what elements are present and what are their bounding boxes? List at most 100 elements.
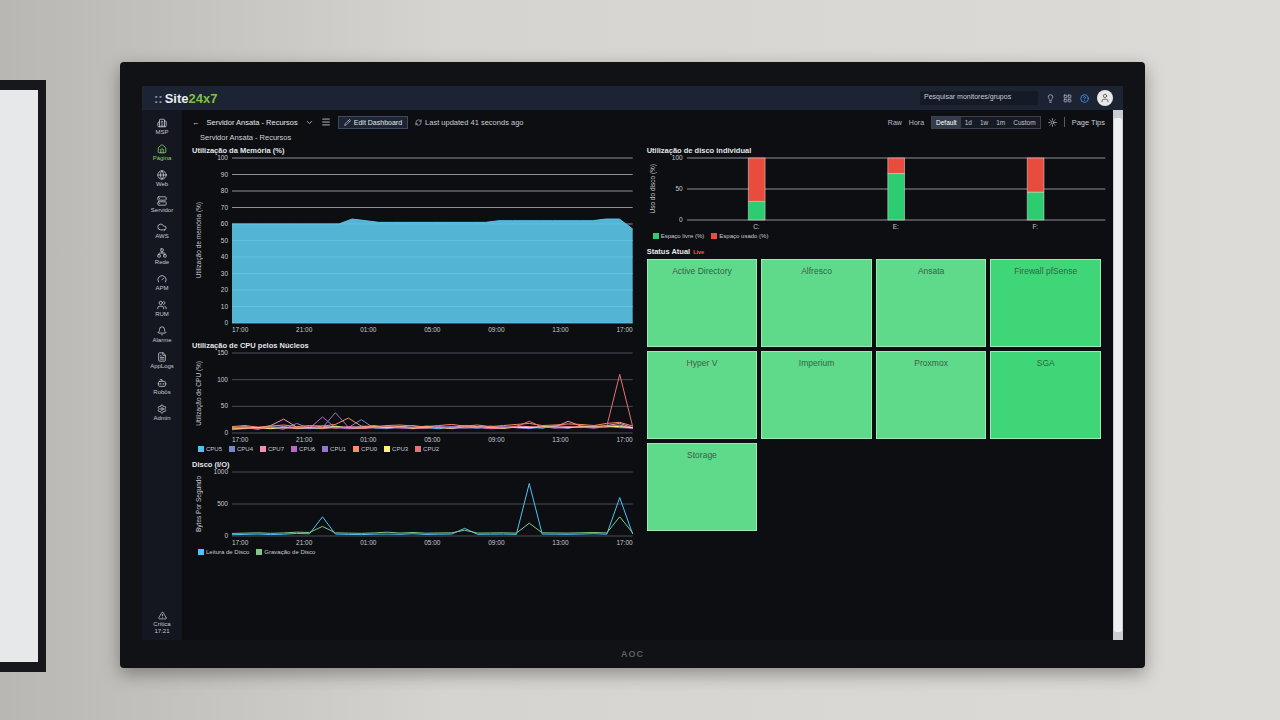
dashboard-title[interactable]: Servidor Ansata - Recursos	[207, 118, 298, 127]
chart-legend: Leitura de Disco Gravação de Disco	[192, 549, 633, 555]
range-option[interactable]: Default	[932, 117, 961, 128]
sidebar-item[interactable]: AppLogs	[142, 350, 182, 376]
sidebar-item[interactable]: Admin	[142, 402, 182, 428]
lightbulb-icon[interactable]	[1046, 94, 1055, 103]
chart-series	[232, 484, 633, 535]
y-tick: 0	[661, 215, 685, 225]
logo[interactable]: ::Site24x7	[154, 91, 217, 106]
chart-plot	[232, 472, 633, 536]
status-tile[interactable]: Storage	[647, 443, 758, 531]
x-tick: 13:00	[552, 539, 568, 546]
x-tick: 13:00	[552, 326, 568, 333]
scrollbar[interactable]	[1113, 110, 1123, 640]
range-selector: Default1d1w1mCustom	[931, 116, 1041, 129]
legend-swatch	[384, 446, 390, 452]
top-bar: ::Site24x7 Pesquisar monitores/grupos	[142, 86, 1123, 110]
sidebar-item[interactable]: Alarme	[142, 324, 182, 350]
sidebar-item[interactable]: Rede	[142, 246, 182, 272]
disk-bar[interactable]	[887, 158, 904, 220]
page-tips[interactable]: Page Tips	[1072, 118, 1105, 127]
legend-swatch	[198, 549, 204, 555]
monitor-bezel: AOC	[142, 640, 1123, 668]
back-button[interactable]: ←	[192, 118, 200, 127]
sidebar-item[interactable]: RUM	[142, 298, 182, 324]
range-option[interactable]: 1d	[961, 117, 976, 128]
chart-legend: Espaço livre (%) Espaço usado (%)	[647, 233, 1105, 239]
legend-item[interactable]: Espaço livre (%)	[653, 233, 705, 239]
grid-icon[interactable]	[1063, 94, 1072, 103]
edit-dashboard-button[interactable]: Edit Dashboard	[338, 116, 408, 129]
sidebar-item[interactable]: AWS	[142, 220, 182, 246]
menu-icon[interactable]	[321, 117, 331, 127]
sidebar-item[interactable]: Web	[142, 168, 182, 194]
status-title: Status Atual	[647, 247, 690, 256]
legend-item[interactable]: CPU6	[291, 446, 315, 452]
status-tile[interactable]: Active Directory	[647, 259, 758, 347]
legend-swatch	[291, 446, 297, 452]
x-tick: 17:00	[232, 436, 248, 443]
help-icon[interactable]	[1080, 94, 1089, 103]
sidebar-item-icon	[157, 170, 167, 180]
series-line	[232, 219, 633, 229]
dropdown-icon[interactable]	[305, 118, 314, 127]
y-tick: 70	[206, 203, 230, 213]
search-field[interactable]: Pesquisar monitores/grupos	[920, 91, 1038, 105]
sidebar-item[interactable]: APM	[142, 272, 182, 298]
grid-line	[232, 379, 633, 380]
sidebar-item-icon	[157, 248, 167, 258]
mode-option[interactable]: Hora	[909, 119, 924, 126]
y-axis-label: Utilização de memória (%)	[192, 158, 204, 323]
legend-item[interactable]: Leitura de Disco	[198, 549, 249, 555]
left-column: Utilização da Memória (%)Utilização de m…	[192, 146, 633, 636]
refresh-icon[interactable]	[415, 119, 422, 126]
legend-item[interactable]: CPU3	[384, 446, 408, 452]
disk-bar[interactable]	[748, 158, 765, 220]
sidebar-item[interactable]: Servidor	[142, 194, 182, 220]
disk-bar[interactable]	[1027, 158, 1044, 220]
y-tick: 80	[206, 186, 230, 196]
status-tile[interactable]: Ansata	[876, 259, 987, 347]
legend-item[interactable]: CPU7	[260, 446, 284, 452]
status-tile[interactable]: SGA	[990, 351, 1101, 439]
sidebar-item[interactable]: Página	[142, 142, 182, 168]
legend-item[interactable]: CPU4	[229, 446, 253, 452]
legend-item[interactable]: CPU5	[198, 446, 222, 452]
legend-item[interactable]: Espaço usado (%)	[711, 233, 768, 239]
sidebar-item[interactable]: MSP	[142, 116, 182, 142]
x-tick: 05:00	[424, 539, 440, 546]
range-option[interactable]: 1w	[976, 117, 992, 128]
legend-item[interactable]: CPU2	[415, 446, 439, 452]
sidebar-item[interactable]: Robôs	[142, 376, 182, 402]
series-line	[232, 374, 633, 428]
legend-item[interactable]: CPU1	[322, 446, 346, 452]
status-tile[interactable]: Imperium	[761, 351, 872, 439]
bar-segment	[748, 201, 765, 220]
bar-segment	[1027, 192, 1044, 220]
status-tile[interactable]: Firewall pfSense	[990, 259, 1101, 347]
grid-line	[232, 207, 633, 208]
theme-icon[interactable]	[1048, 118, 1057, 127]
y-axis: 1009080706050403020100	[206, 153, 230, 328]
x-tick: 21:00	[296, 539, 312, 546]
y-axis-label: Uso do disco (%)	[647, 158, 659, 220]
divider	[1064, 117, 1065, 127]
scroll-thumb[interactable]	[1114, 118, 1122, 632]
range-option[interactable]: Custom	[1009, 117, 1039, 128]
monitor: ::Site24x7Pesquisar monitores/gruposMSPP…	[120, 62, 1145, 668]
status-tile[interactable]: Alfresco	[761, 259, 872, 347]
sidebar-footer[interactable]: Crítica17:21	[153, 611, 170, 640]
x-tick: E:	[826, 223, 965, 230]
legend-item[interactable]: Gravação de Disco	[256, 549, 315, 555]
legend-item[interactable]: CPU0	[353, 446, 377, 452]
mode-option[interactable]: Raw	[888, 119, 902, 126]
status-tile[interactable]: Proxmox	[876, 351, 987, 439]
x-tick: 05:00	[424, 326, 440, 333]
legend-swatch	[260, 446, 266, 452]
range-option[interactable]: 1m	[992, 117, 1009, 128]
status-tile[interactable]: Hyper V	[647, 351, 758, 439]
avatar-icon[interactable]	[1097, 90, 1113, 106]
sidebar-item-icon	[157, 300, 167, 310]
chart-series	[232, 374, 633, 428]
x-tick: 21:00	[296, 326, 312, 333]
chart-series	[232, 517, 633, 534]
